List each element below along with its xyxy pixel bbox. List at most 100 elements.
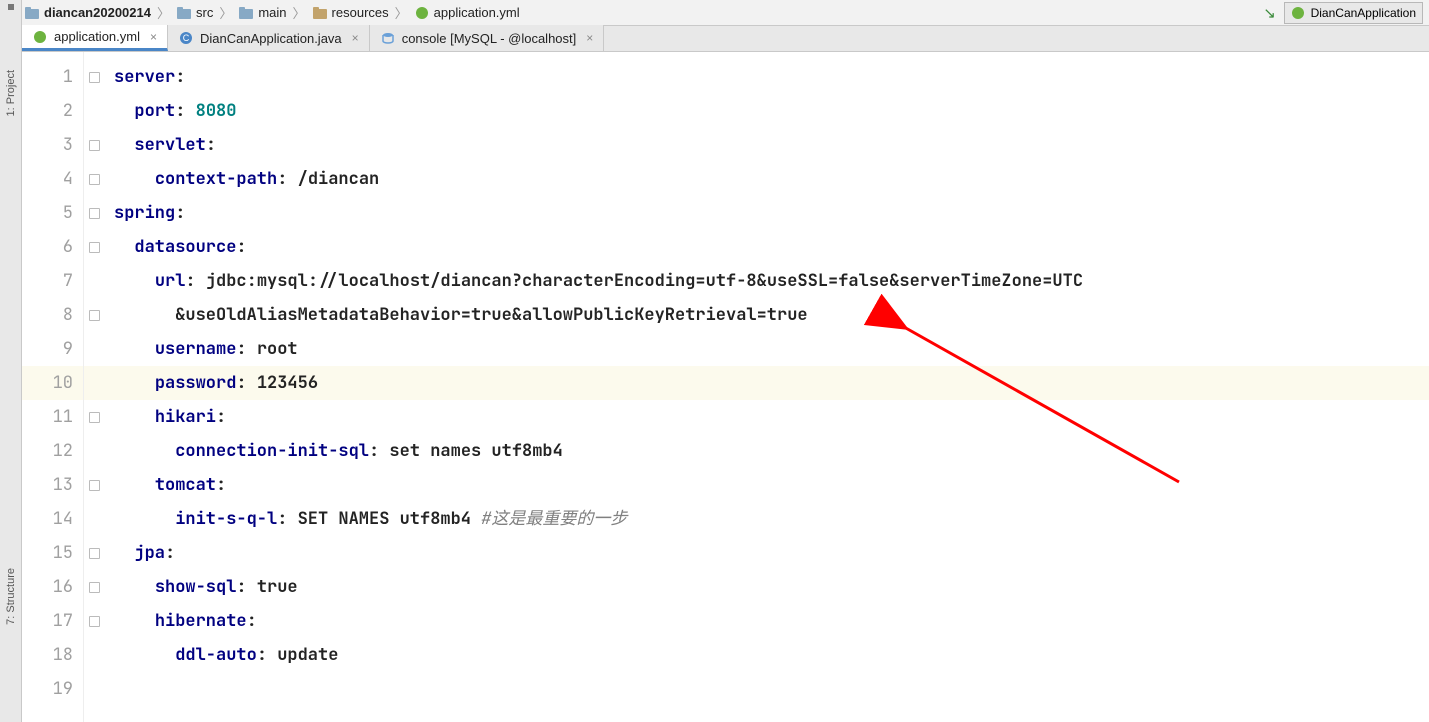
breadcrumb-sep-icon: 〉	[289, 3, 310, 22]
breadcrumb-file[interactable]: application.yml	[412, 5, 522, 21]
breadcrumb-label: src	[196, 5, 213, 20]
line-number: 5	[22, 196, 83, 230]
tab-application-yml[interactable]: application.yml ×	[22, 25, 168, 51]
code-line[interactable]: tomcat:	[104, 468, 1429, 502]
fold-marker[interactable]	[84, 128, 104, 162]
fold-marker	[84, 332, 104, 366]
fold-marker	[84, 434, 104, 468]
fold-marker[interactable]	[84, 570, 104, 604]
code-line[interactable]: show-sql: true	[104, 570, 1429, 604]
breadcrumb-label: resources	[332, 5, 389, 20]
folder-icon	[176, 5, 192, 21]
module-icon	[24, 5, 40, 21]
line-number: 8	[22, 298, 83, 332]
fold-marker	[84, 502, 104, 536]
code-line[interactable]: username: root	[104, 332, 1429, 366]
code-content[interactable]: server: port: 8080 servlet: context-path…	[104, 52, 1429, 722]
line-number: 19	[22, 672, 83, 706]
fold-marker	[84, 366, 104, 400]
tab-diancanapplication-java[interactable]: C DianCanApplication.java ×	[168, 25, 370, 51]
breadcrumb-main[interactable]: main	[236, 5, 288, 21]
line-number: 1	[22, 60, 83, 94]
line-number: 14	[22, 502, 83, 536]
svg-text:C: C	[183, 33, 190, 43]
line-number: 15	[22, 536, 83, 570]
code-line[interactable]: context-path: /diancan	[104, 162, 1429, 196]
code-line[interactable]: servlet:	[104, 128, 1429, 162]
fold-marker[interactable]	[84, 60, 104, 94]
tab-label: DianCanApplication.java	[200, 31, 342, 46]
folder-icon	[238, 5, 254, 21]
fold-marker	[84, 672, 104, 706]
tool-strip-left: 1: Project 7: Structure	[0, 0, 22, 722]
fold-marker[interactable]	[84, 604, 104, 638]
code-line[interactable]: connection-init-sql: set names utf8mb4	[104, 434, 1429, 468]
code-line[interactable]: init-s-q-l: SET NAMES utf8mb4 #这是最重要的一步	[104, 502, 1429, 536]
code-line[interactable]: jpa:	[104, 536, 1429, 570]
tab-label: console [MySQL - @localhost]	[402, 31, 577, 46]
breadcrumb: diancan20200214 〉 src 〉 main 〉 resources…	[22, 0, 522, 25]
fold-marker[interactable]	[84, 162, 104, 196]
fold-marker[interactable]	[84, 468, 104, 502]
line-number: 2	[22, 94, 83, 128]
tab-label: application.yml	[54, 29, 140, 44]
spring-config-icon	[32, 29, 48, 45]
breadcrumb-project[interactable]: diancan20200214	[22, 5, 153, 21]
resources-folder-icon	[312, 5, 328, 21]
line-number: 10	[22, 366, 83, 400]
tab-console-mysql[interactable]: console [MySQL - @localhost] ×	[370, 25, 605, 51]
breadcrumb-sep-icon: 〉	[153, 3, 174, 22]
close-icon[interactable]: ×	[150, 30, 157, 44]
line-number: 9	[22, 332, 83, 366]
line-number: 6	[22, 230, 83, 264]
code-line[interactable]: hikari:	[104, 400, 1429, 434]
breadcrumb-resources[interactable]: resources	[310, 5, 391, 21]
run-configuration-selector[interactable]: DianCanApplication	[1284, 2, 1423, 24]
line-number: 13	[22, 468, 83, 502]
run-config-label: DianCanApplication	[1311, 6, 1416, 20]
spring-config-icon	[414, 5, 430, 21]
breadcrumb-src[interactable]: src	[174, 5, 215, 21]
fold-marker	[84, 638, 104, 672]
database-console-icon	[380, 30, 396, 46]
breadcrumb-label: main	[258, 5, 286, 20]
code-editor[interactable]: 12345678910111213141516171819 server: po…	[22, 52, 1429, 722]
code-line[interactable]: hibernate:	[104, 604, 1429, 638]
line-number: 16	[22, 570, 83, 604]
breadcrumb-label: application.yml	[434, 5, 520, 20]
code-line[interactable]	[104, 672, 1429, 706]
editor-tabs: application.yml × C DianCanApplication.j…	[0, 26, 1429, 52]
code-line[interactable]: spring:	[104, 196, 1429, 230]
java-class-icon: C	[178, 30, 194, 46]
code-line[interactable]: &useOldAliasMetadataBehavior=true&allowP…	[104, 298, 1429, 332]
line-number: 3	[22, 128, 83, 162]
close-icon[interactable]: ×	[586, 31, 593, 45]
line-number: 7	[22, 264, 83, 298]
navigation-bar: diancan20200214 〉 src 〉 main 〉 resources…	[0, 0, 1429, 26]
tool-window-project[interactable]: 1: Project	[5, 64, 17, 122]
fold-marker[interactable]	[84, 298, 104, 332]
tool-window-structure[interactable]: 7: Structure	[5, 562, 17, 631]
code-line[interactable]: port: 8080	[104, 94, 1429, 128]
fold-marker[interactable]	[84, 196, 104, 230]
breadcrumb-label: diancan20200214	[44, 5, 151, 20]
line-number-gutter: 12345678910111213141516171819	[22, 52, 84, 722]
fold-marker	[84, 264, 104, 298]
code-line[interactable]: url: jdbc:mysql://localhost/diancan?char…	[104, 264, 1429, 298]
tool-strip-marker	[8, 4, 14, 10]
line-number: 18	[22, 638, 83, 672]
code-line[interactable]: datasource:	[104, 230, 1429, 264]
toolbar-right: ↘ DianCanApplication	[1262, 0, 1429, 25]
spring-boot-icon	[1291, 6, 1305, 20]
fold-marker[interactable]	[84, 230, 104, 264]
code-line[interactable]: server:	[104, 60, 1429, 94]
build-icon[interactable]: ↘	[1262, 5, 1278, 21]
fold-gutter	[84, 52, 104, 722]
fold-marker	[84, 94, 104, 128]
fold-marker[interactable]	[84, 400, 104, 434]
code-line[interactable]: password: 123456	[104, 366, 1429, 400]
line-number: 4	[22, 162, 83, 196]
fold-marker[interactable]	[84, 536, 104, 570]
code-line[interactable]: ddl-auto: update	[104, 638, 1429, 672]
close-icon[interactable]: ×	[352, 31, 359, 45]
